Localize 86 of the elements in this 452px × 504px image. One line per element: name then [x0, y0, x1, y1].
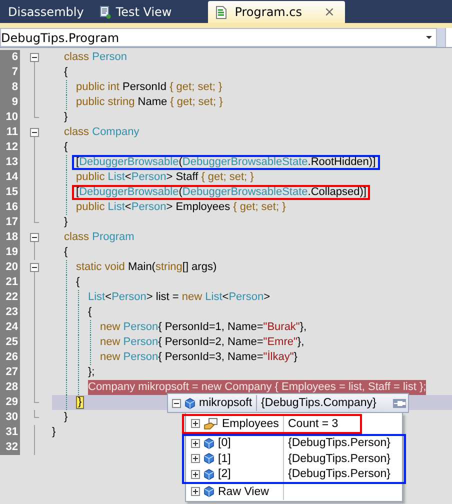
code-line: class Person	[64, 50, 127, 65]
code-line: };	[88, 365, 95, 380]
code-line: public List<Person> Employees { get; set; }	[76, 200, 286, 215]
member-value: {DebugTips.Person}	[288, 468, 391, 480]
code-line: class Company	[64, 125, 140, 140]
type-dropdown[interactable]: DebugTips.Program	[0, 28, 437, 47]
line-number: 20	[0, 260, 20, 275]
code-line: public int PersonId { get; set; }	[76, 80, 222, 95]
variable-value: {DebugTips.Company}	[261, 397, 376, 409]
code-line: public string Name { get; set; }	[76, 95, 223, 110]
expand-icon[interactable]	[191, 438, 200, 448]
code-line: }	[64, 410, 68, 425]
document-tab[interactable]: Disassembly	[0, 1, 92, 23]
line-number: 7	[0, 65, 20, 80]
code-line: List<Person> list = new List<Person>	[88, 290, 270, 305]
code-line: new Person{ PersonId=3, Name="İlkay"}	[100, 350, 298, 365]
code-line: public List<Person> Staff { get; set; }	[76, 170, 254, 185]
code-line: {	[76, 275, 80, 290]
line-number: 15	[0, 185, 20, 200]
code-line: new Person{ PersonId=2, Name="Emre"},	[100, 335, 304, 350]
code-line: {	[88, 305, 92, 320]
cube-icon	[204, 486, 214, 498]
document-icon	[100, 6, 111, 18]
collapse-icon[interactable]	[30, 263, 39, 272]
line-number: 27	[0, 365, 20, 380]
line-number: 30	[0, 410, 20, 425]
line-number: 23	[0, 305, 20, 320]
line-number: 28	[0, 380, 20, 395]
expand-icon[interactable]	[191, 419, 200, 428]
caret-icon	[426, 36, 432, 39]
collapse-icon[interactable]	[30, 233, 39, 242]
code-line: {	[64, 245, 68, 260]
line-number: 21	[0, 275, 20, 290]
member-name[interactable]: [0]	[218, 437, 231, 450]
line-number: 24	[0, 320, 20, 335]
line-number: 26	[0, 350, 20, 365]
code-line: class Program	[64, 230, 134, 245]
collapse-icon[interactable]	[172, 398, 181, 408]
member-name[interactable]: [2]	[218, 468, 231, 480]
line-number: 17	[0, 215, 20, 230]
variable-name: mikropsoft	[199, 397, 252, 409]
line-number: 12	[0, 140, 20, 155]
code-line: }	[64, 215, 68, 230]
line-number: 25	[0, 335, 20, 350]
expand-icon[interactable]	[191, 454, 200, 464]
line-number: 9	[0, 95, 20, 110]
close-icon[interactable]: ×	[324, 4, 335, 20]
member-name[interactable]: Employees	[222, 418, 279, 430]
expand-icon[interactable]	[191, 487, 200, 496]
line-number: 19	[0, 245, 20, 260]
member-value: Count = 3	[288, 418, 338, 430]
cube-icon	[204, 453, 214, 464]
expand-icon[interactable]	[191, 470, 200, 479]
line-number: 31	[0, 425, 20, 440]
current-statement-marker: }	[76, 395, 84, 410]
line-number: 18	[0, 230, 20, 245]
code-file-icon	[214, 6, 227, 18]
member-name[interactable]: Raw View	[218, 486, 269, 498]
pin-icon[interactable]	[393, 398, 406, 408]
line-number: 29	[0, 395, 20, 410]
cube-icon	[204, 468, 214, 480]
line-number: 13	[0, 155, 20, 170]
code-line: static void Main(string[] args)	[76, 260, 217, 275]
code-line: {	[64, 65, 68, 80]
line-number: 14	[0, 170, 20, 185]
member-value: {DebugTips.Person}	[288, 437, 391, 450]
line-number: 6	[0, 50, 20, 65]
line-number: 22	[0, 290, 20, 305]
line-number: 10	[0, 110, 20, 125]
member-value: {DebugTips.Person}	[288, 452, 391, 465]
code-line: {	[64, 140, 68, 155]
code-line: }	[64, 110, 68, 125]
line-number: 8	[0, 80, 20, 95]
code-line: new Person{ PersonId=1, Name="Burak"},	[100, 320, 307, 335]
line-number: 16	[0, 200, 20, 215]
document-tab[interactable]: Test View	[92, 1, 180, 23]
document-tab[interactable]: Program.cs ×	[208, 1, 345, 23]
collapse-icon[interactable]	[30, 53, 39, 62]
line-number: 32	[0, 440, 20, 455]
collapse-icon[interactable]	[30, 128, 39, 137]
cube-icon	[204, 438, 214, 449]
member-name[interactable]: [1]	[218, 452, 231, 465]
code-line: }	[52, 425, 56, 440]
property-icon	[204, 418, 218, 430]
cube-icon	[185, 398, 195, 408]
line-number: 11	[0, 125, 20, 140]
